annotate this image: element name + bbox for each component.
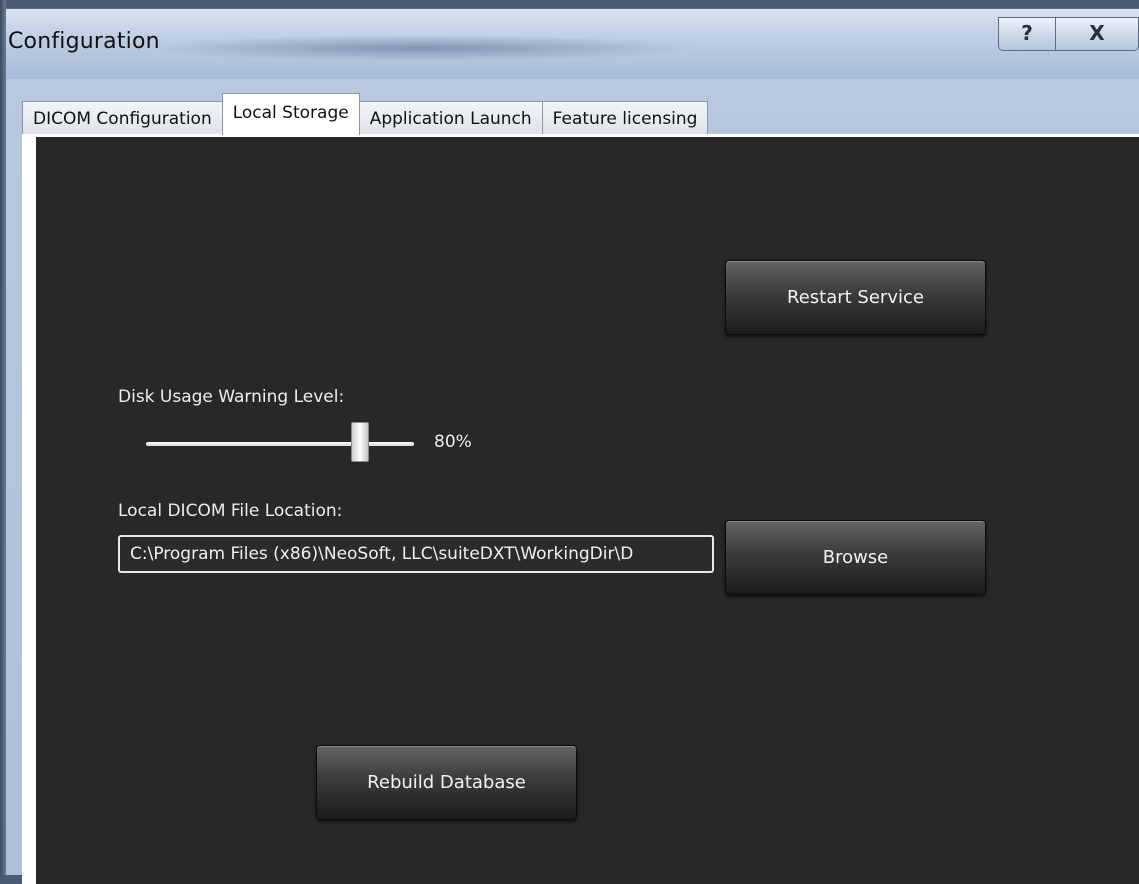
local-storage-panel: Restart Service Disk Usage Warning Level… [22,134,1139,884]
tab-feature-licensing[interactable]: Feature licensing [541,101,709,135]
title-glow [140,35,700,61]
tab-application-launch[interactable]: Application Launch [358,101,543,135]
disk-usage-warning-label: Disk Usage Warning Level: [118,387,345,407]
disk-usage-slider-track[interactable] [146,442,414,446]
file-location-input[interactable] [118,535,714,573]
restart-service-button[interactable]: Restart Service [725,260,986,335]
tab-dicom-configuration[interactable]: DICOM Configuration [22,101,223,135]
configuration-dialog: Configuration ? X DICOM Configuration Lo… [0,8,1139,884]
disk-usage-slider-handle[interactable] [351,422,370,462]
disk-usage-value: 80% [434,432,472,452]
help-button[interactable]: ? [998,17,1056,51]
window-left-border [0,0,6,875]
window-title: Configuration [8,29,160,54]
tab-local-storage[interactable]: Local Storage [221,93,360,135]
browse-button[interactable]: Browse [725,520,986,595]
title-bar: Configuration ? X [0,9,1139,79]
file-location-label: Local DICOM File Location: [118,501,343,521]
panel-content: Restart Service Disk Usage Warning Level… [36,137,1139,884]
tab-strip: DICOM Configuration Local Storage Applic… [22,93,709,135]
rebuild-database-button[interactable]: Rebuild Database [316,745,577,820]
close-button[interactable]: X [1056,17,1139,51]
